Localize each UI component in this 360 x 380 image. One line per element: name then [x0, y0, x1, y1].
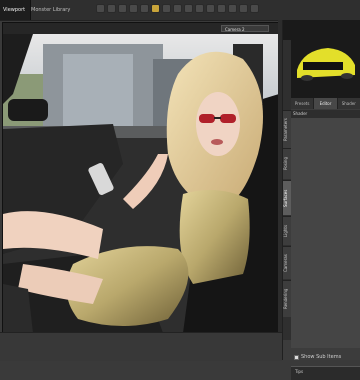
side-tab-rendering[interactable]: Rendering: [283, 280, 291, 317]
viewport-frame: Camera 2: [2, 22, 279, 333]
translate-icon[interactable]: [118, 4, 127, 13]
render-scene[interactable]: [3, 34, 279, 333]
tab-library[interactable]: Monster Library: [28, 0, 73, 20]
rotate-icon[interactable]: [129, 4, 138, 13]
side-tab-posing[interactable]: Posing: [283, 148, 291, 179]
scale-icon[interactable]: [140, 4, 149, 13]
spotlight-icon[interactable]: [206, 4, 215, 13]
timeline-bar: [0, 332, 282, 361]
side-tab-cameras[interactable]: Cameras: [283, 246, 291, 279]
camera-dropdown[interactable]: Camera 2: [221, 25, 269, 32]
surfaces-list[interactable]: [291, 118, 360, 348]
tips-bar[interactable]: Tips: [291, 366, 360, 380]
side-tab-surfaces[interactable]: Surfaces: [283, 180, 291, 215]
show-sub-items-checkbox[interactable]: [294, 354, 299, 360]
tool-buttons: [96, 4, 259, 18]
node-select-icon[interactable]: [96, 4, 105, 13]
settings-icon[interactable]: [239, 4, 248, 13]
geometry-editor-icon[interactable]: [184, 4, 193, 13]
pane-subheader: Shader: [291, 110, 360, 118]
render-icon[interactable]: [195, 4, 204, 13]
pane-tabs: Presets Editor Shader Baker: [291, 98, 360, 117]
tab-presets[interactable]: Presets: [291, 98, 315, 109]
tab-editor[interactable]: Editor: [314, 98, 338, 109]
side-tab-lights[interactable]: Lights: [283, 216, 291, 245]
camera-icon[interactable]: [217, 4, 226, 13]
side-tab-parameters[interactable]: Parameters: [283, 110, 291, 149]
preview-thumbnail: [283, 20, 360, 98]
tab-viewport[interactable]: Viewport: [0, 0, 31, 20]
surface-selection-icon[interactable]: [173, 4, 182, 13]
tab-shader-baker[interactable]: Shader Baker: [338, 98, 360, 117]
extra-icon[interactable]: [250, 4, 259, 13]
show-sub-items-label: Show Sub Items: [301, 354, 342, 360]
render-image: [3, 34, 279, 333]
car-preview-image: [283, 20, 360, 98]
universal-tool-icon[interactable]: [107, 4, 116, 13]
top-toolbar: Viewport Monster Library: [0, 0, 360, 21]
joint-editor-icon[interactable]: [162, 4, 171, 13]
vertical-tab-strip: Parameters Posing Surfaces Lights Camera…: [283, 40, 291, 340]
show-sub-items-row: Show Sub Items: [291, 352, 360, 362]
active-pose-icon[interactable]: [151, 4, 160, 13]
right-pane: Parameters Posing Surfaces Lights Camera…: [282, 20, 360, 380]
aux-icon[interactable]: [228, 4, 237, 13]
